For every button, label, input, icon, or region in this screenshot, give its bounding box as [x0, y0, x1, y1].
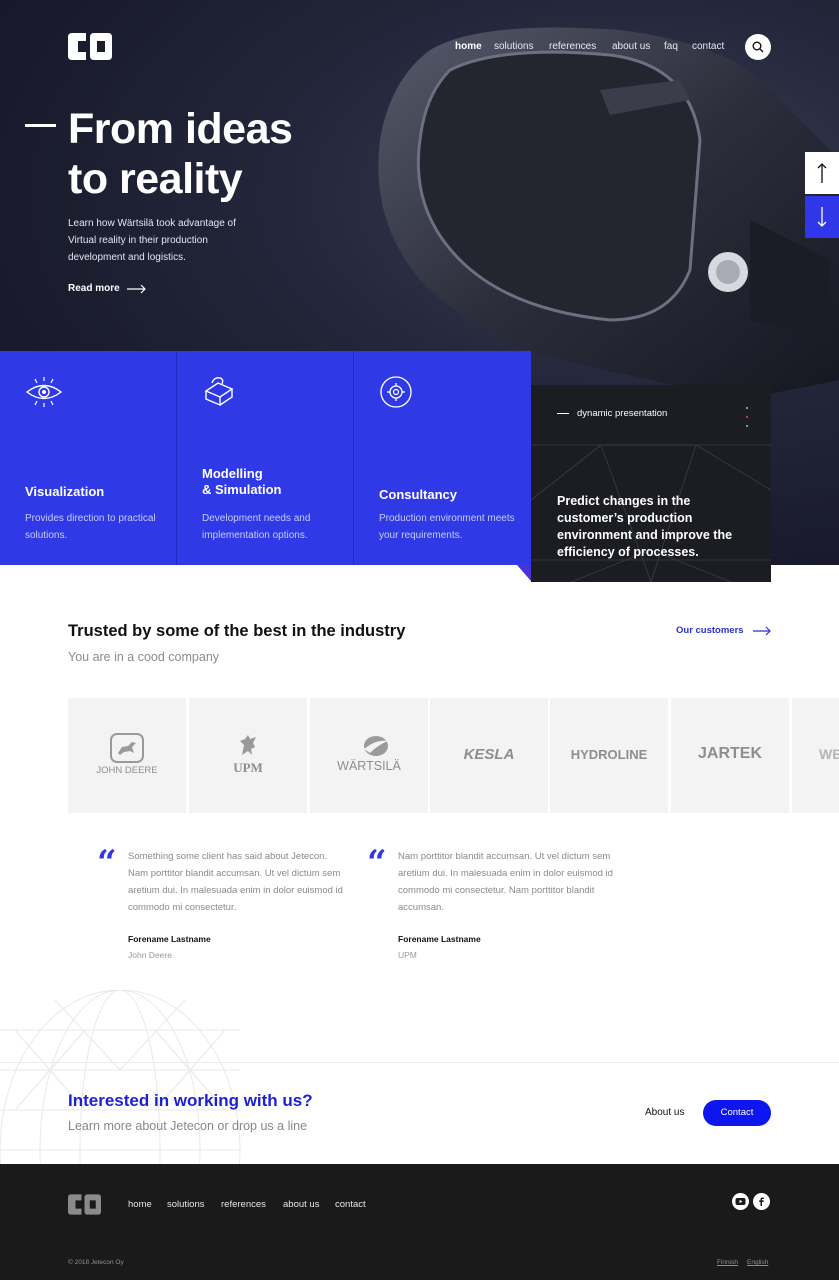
- cta-subtitle: Learn more about Jetecon or drop us a li…: [68, 1119, 308, 1133]
- testimonial-text: Nam porttitor blandit accumsan. Ut vel d…: [398, 851, 613, 913]
- testimonial-company: John Deere: [128, 950, 172, 960]
- logo-text: JOHN DEERE: [96, 765, 158, 776]
- logo-john-deere[interactable]: JOHN DEERE: [68, 698, 186, 813]
- search-icon: [752, 41, 764, 53]
- box-hand-icon: [204, 377, 234, 407]
- nav-about-us[interactable]: about us: [612, 41, 650, 52]
- dot-active[interactable]: [746, 416, 748, 418]
- feature-title: Modelling & Simulation: [202, 466, 282, 497]
- logo-kesla[interactable]: KESLA: [430, 698, 548, 813]
- our-customers-link[interactable]: Our customers: [676, 625, 744, 636]
- youtube-icon: [735, 1198, 746, 1205]
- nav-faq[interactable]: faq: [664, 41, 678, 52]
- dot[interactable]: [746, 407, 748, 409]
- footer-nav-contact[interactable]: contact: [335, 1199, 366, 1210]
- logo-text: WÄRTSILÄ: [337, 759, 401, 773]
- contact-button[interactable]: Contact: [703, 1100, 771, 1126]
- logo-wartsila[interactable]: WÄRTSILÄ: [310, 698, 428, 813]
- globe-wireframe-graphic: [0, 990, 241, 1165]
- language-english[interactable]: English: [747, 1259, 768, 1266]
- dot[interactable]: [746, 425, 748, 427]
- facebook-icon: [759, 1197, 764, 1206]
- feature-title: Consultancy: [379, 487, 458, 502]
- footer-logo[interactable]: [68, 1194, 101, 1215]
- vr-headset-image: [378, 27, 839, 400]
- feature-title: Visualization: [25, 484, 105, 499]
- testimonial-name: Forename Lastname: [398, 934, 481, 944]
- testimonial-company: UPM: [398, 950, 417, 960]
- feature-desc: Development needs and implementation opt…: [202, 513, 311, 541]
- feature-card-modelling[interactable]: Modelling & Simulation Development needs…: [177, 351, 354, 565]
- copyright-text: © 2018 Jetecon Oy: [68, 1259, 124, 1266]
- hero-text: Learn how Wärtsilä took advantage of Vir…: [68, 218, 236, 263]
- feature-desc: Provides direction to practical solution…: [25, 513, 156, 541]
- eye-icon: [25, 377, 63, 407]
- wartsila-mark-icon: [364, 736, 388, 756]
- logo-text: WE: [819, 746, 839, 762]
- trusted-subtitle: You are in a cood company: [68, 650, 220, 664]
- features-panel: Visualization Provides direction to prac…: [0, 351, 531, 565]
- griffin-icon: [240, 735, 256, 755]
- testimonial-name: Forename Lastname: [128, 934, 211, 944]
- cta-title: Interested in working with us?: [68, 1091, 313, 1110]
- arrow-right-icon[interactable]: [127, 284, 147, 294]
- presentation-dash: [557, 413, 569, 414]
- testimonial-text: Something some client has said about Jet…: [128, 851, 343, 913]
- language-finnish[interactable]: Finnish: [717, 1259, 738, 1266]
- nav-home[interactable]: home: [455, 41, 482, 52]
- gear-icon: [380, 376, 412, 408]
- deer-icon: [110, 733, 144, 763]
- feature-desc: Production environment meets your requir…: [379, 513, 515, 541]
- divider: [0, 1062, 839, 1063]
- logo-upm[interactable]: UPM: [189, 698, 307, 813]
- logo-partial[interactable]: WE: [792, 698, 839, 813]
- client-logos: JOHN DEERE UPM WÄRTSILÄ KESLA HYDROLINE …: [68, 698, 839, 813]
- footer-nav-references[interactable]: references: [221, 1199, 266, 1210]
- nav-solutions[interactable]: solutions: [494, 41, 533, 52]
- search-button[interactable]: [745, 34, 771, 60]
- footer: home solutions references about us conta…: [0, 1164, 839, 1280]
- scroll-down-button[interactable]: [805, 196, 839, 238]
- quote-icon: “: [367, 843, 387, 883]
- presentation-label: dynamic presentation: [577, 408, 668, 419]
- logo-hydroline[interactable]: HYDROLINE: [550, 698, 668, 813]
- feature-card-visualization[interactable]: Visualization Provides direction to prac…: [0, 351, 177, 565]
- footer-nav-solutions[interactable]: solutions: [167, 1199, 205, 1210]
- scroll-up-button[interactable]: [805, 152, 839, 194]
- footer-nav-home[interactable]: home: [128, 1199, 152, 1210]
- arrow-up-icon: [817, 163, 827, 183]
- logo[interactable]: [68, 33, 112, 60]
- feature-card-consultancy[interactable]: Consultancy Production environment meets…: [354, 351, 531, 565]
- hero-title: From ideas to reality: [68, 104, 368, 204]
- footer-nav-about-us[interactable]: about us: [283, 1199, 319, 1210]
- arrow-right-icon[interactable]: [753, 626, 771, 636]
- trusted-title: Trusted by some of the best in the indus…: [68, 622, 406, 640]
- nav-references[interactable]: references: [549, 41, 596, 52]
- arrow-down-icon: [817, 207, 827, 227]
- about-us-link[interactable]: About us: [645, 1107, 684, 1118]
- youtube-button[interactable]: [732, 1193, 749, 1210]
- read-more-link[interactable]: Read more: [68, 283, 120, 294]
- presentation-text: Predict changes in the customer’s produc…: [557, 494, 733, 559]
- presentation-card[interactable]: dynamic presentation Predict changes in …: [531, 385, 771, 582]
- hero-title-line2: to reality: [68, 155, 243, 203]
- hero-title-line1: From ideas: [68, 105, 293, 153]
- hero-dash: [25, 124, 56, 127]
- logo-jartek[interactable]: JARTEK: [671, 698, 789, 813]
- pagination-dots[interactable]: [746, 407, 749, 434]
- logo-text: HYDROLINE: [570, 747, 648, 762]
- corner-accent: [517, 565, 531, 581]
- facebook-button[interactable]: [753, 1193, 770, 1210]
- nav-contact[interactable]: contact: [692, 41, 724, 52]
- logo-text: UPM: [233, 760, 263, 775]
- logo-text: JARTEK: [697, 745, 762, 762]
- logo-text: KESLA: [463, 746, 515, 763]
- quote-icon: “: [97, 843, 117, 883]
